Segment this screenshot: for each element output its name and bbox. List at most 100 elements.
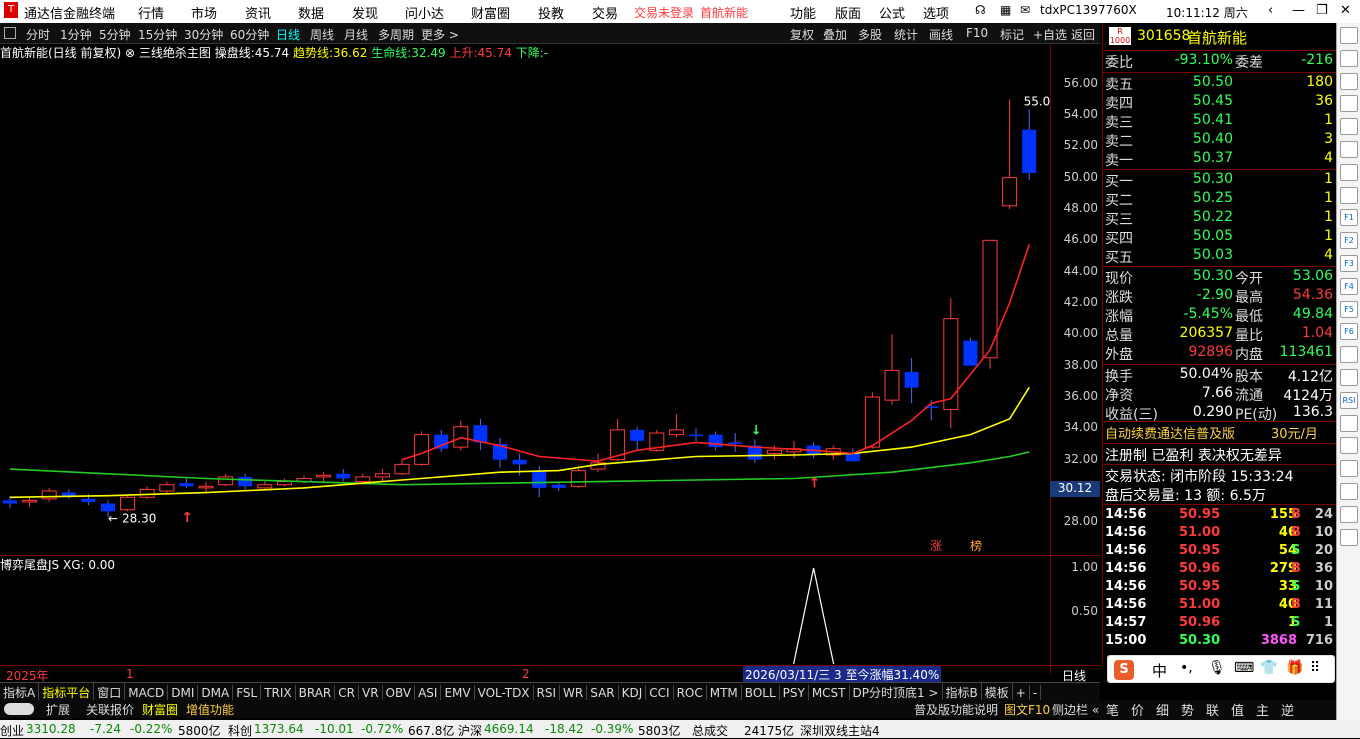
keyboard-icon[interactable]: ⌨ xyxy=(1234,660,1254,676)
indicator-tab[interactable]: BRAR xyxy=(296,685,336,700)
close-icon[interactable]: ✕ xyxy=(1340,3,1351,18)
gift-icon[interactable]: 🎁 xyxy=(1286,660,1303,676)
sub-indicator-label[interactable]: 博弈尾盘JS XG: 0.00 xyxy=(0,558,115,572)
period-30min[interactable]: 30分钟 xyxy=(184,26,223,43)
menu-faxian[interactable]: 发现 xyxy=(352,3,378,22)
sidebar-sb-14-icon[interactable]: F6 xyxy=(1340,323,1358,341)
bid-row[interactable]: 买二 50.25 1 xyxy=(1103,190,1337,209)
expand-label[interactable]: 扩展 xyxy=(46,701,70,718)
sidebar-sb-12-icon[interactable]: F4 xyxy=(1340,277,1358,295)
btn-add-watchlist[interactable]: +自选 xyxy=(1033,26,1067,43)
quote-tab[interactable]: 值 xyxy=(1225,700,1250,719)
btn-back[interactable]: 返回 xyxy=(1071,26,1095,43)
bid-row[interactable]: 买五 50.03 4 xyxy=(1103,247,1337,266)
sidebar-sb-21-icon[interactable] xyxy=(1340,483,1358,500)
quote-tab[interactable]: 逆 xyxy=(1275,700,1300,719)
promo-text[interactable]: 自动续费通达信普及版 xyxy=(1105,423,1235,442)
period-5min[interactable]: 5分钟 xyxy=(99,26,131,43)
menu-wenxiaoda[interactable]: 问小达 xyxy=(405,3,444,22)
ask-row[interactable]: 卖三 50.41 1 xyxy=(1103,112,1337,131)
grid-icon[interactable]: ▦ xyxy=(1000,3,1011,17)
bid-row[interactable]: 买四 50.05 1 xyxy=(1103,228,1337,247)
indicator-tab[interactable]: CCI xyxy=(646,685,674,700)
idx1-name[interactable]: 创业 xyxy=(0,722,24,739)
btn-diejia[interactable]: 叠加 xyxy=(823,26,847,43)
sidebar-sb-7-icon[interactable] xyxy=(1340,163,1358,181)
period-1min[interactable]: 1分钟 xyxy=(60,26,92,43)
indicator-tab[interactable]: FSL xyxy=(233,685,262,700)
quote-tab[interactable]: 联 xyxy=(1200,700,1225,719)
message-icon[interactable]: ✉ xyxy=(1020,3,1030,17)
sidebar-sb-18-icon[interactable] xyxy=(1340,414,1358,432)
chevron-left-icon[interactable]: ‹ xyxy=(1268,3,1273,18)
period-more[interactable]: 更多 > xyxy=(421,26,459,43)
indicator-tab[interactable]: DP分时顶底1 > xyxy=(850,683,943,700)
skin-icon[interactable]: 👕 xyxy=(1260,660,1277,676)
ime-zh-toggle[interactable]: 中 xyxy=(1152,660,1167,681)
sidebar-sb-3-icon[interactable] xyxy=(1340,72,1358,90)
sidebar-sb-2-icon[interactable] xyxy=(1340,49,1358,67)
menu-toujiao[interactable]: 投教 xyxy=(538,3,564,22)
ask-row[interactable]: 卖一 50.37 4 xyxy=(1103,150,1337,169)
idx2-name[interactable]: 科创 xyxy=(228,722,252,739)
indicator-tab[interactable]: DMI xyxy=(168,685,199,700)
indicator-tab[interactable]: - xyxy=(1030,685,1042,700)
bid-row[interactable]: 买三 50.22 1 xyxy=(1103,209,1337,228)
sidebar-sb-11-icon[interactable]: F3 xyxy=(1340,255,1358,272)
trade-login-status[interactable]: 交易未登录 xyxy=(634,4,694,21)
indicator-tab[interactable]: DMA xyxy=(198,685,234,700)
indicator-tab[interactable]: VR xyxy=(359,685,383,700)
period-15min[interactable]: 15分钟 xyxy=(138,26,177,43)
ime-menu-icon[interactable]: ⠿ xyxy=(1310,660,1320,676)
sidebar-sb-9-icon[interactable]: F1 xyxy=(1340,209,1358,227)
indicator-tab[interactable]: SAR xyxy=(587,685,619,700)
f10-link[interactable]: 图文F10 xyxy=(1004,701,1050,718)
ask-row[interactable]: 卖五 50.50 180 xyxy=(1103,74,1337,93)
btn-biaoji[interactable]: 标记 xyxy=(1000,26,1024,43)
indicator-tab[interactable]: 指标A xyxy=(0,683,40,700)
period-daily[interactable]: 日线 xyxy=(276,26,300,43)
candlestick-chart[interactable]: 55.00 28.30 ← ↑ ↑ ↓ 涨 榜 xyxy=(0,60,1050,555)
quote-tab[interactable]: 细 xyxy=(1150,700,1175,719)
promo-price[interactable]: 30元/月 xyxy=(1271,423,1318,442)
btn-duogu[interactable]: 多股 xyxy=(858,26,882,43)
indicator-tab[interactable]: WR xyxy=(560,685,588,700)
sidebar-sb-6-icon[interactable] xyxy=(1340,141,1358,158)
quote-tab[interactable]: 笔 xyxy=(1100,700,1125,719)
quote-tab[interactable]: 价 xyxy=(1125,700,1150,719)
indicator-tab[interactable]: OBV xyxy=(383,685,416,700)
menu-hangqing[interactable]: 行情 xyxy=(138,3,164,22)
menu-jiaoyi[interactable]: 交易 xyxy=(592,3,618,22)
stock-name-link[interactable]: 首航新能 xyxy=(700,4,748,21)
indicator-tab[interactable]: RSI xyxy=(534,685,561,700)
sidebar-sb-13-icon[interactable]: F5 xyxy=(1340,300,1358,318)
minimize-icon[interactable]: — xyxy=(1292,3,1305,18)
menu-banmian[interactable]: 版面 xyxy=(835,3,861,22)
sidebar-sb-4-icon[interactable] xyxy=(1340,95,1358,113)
menu-caifuquan[interactable]: 财富圈 xyxy=(471,3,510,22)
sidebar-sb-17-icon[interactable]: RSI xyxy=(1340,391,1358,409)
btn-tongji[interactable]: 统计 xyxy=(894,26,918,43)
indicator-tab[interactable]: VOL-TDX xyxy=(475,685,534,700)
indicator-tab[interactable]: 模板 xyxy=(982,683,1013,700)
menu-shuju[interactable]: 数据 xyxy=(298,3,324,22)
period-monthly[interactable]: 月线 xyxy=(344,26,368,43)
indicator-tab[interactable]: CR xyxy=(335,685,359,700)
btn-f10[interactable]: F10 xyxy=(966,26,988,40)
indicator-tab[interactable]: TRIX xyxy=(261,685,296,700)
indicator-tab[interactable]: KDJ xyxy=(619,685,647,700)
sidebar-sb-8-icon[interactable] xyxy=(1340,186,1358,204)
quote-tab[interactable]: 势 xyxy=(1175,700,1200,719)
sidebar-toggle[interactable]: 侧边栏 « xyxy=(1052,701,1099,718)
indicator-tab[interactable]: MTM xyxy=(707,685,742,700)
server-name[interactable]: 深圳双线主站4 xyxy=(800,722,880,739)
indicator-tab[interactable]: MACD xyxy=(125,685,169,700)
headset-icon[interactable]: ☊ xyxy=(975,3,986,17)
collapse-icon[interactable]: ⊗ xyxy=(125,46,135,60)
ime-logo-icon[interactable]: S xyxy=(1114,660,1134,680)
sidebar-sb-19-icon[interactable] xyxy=(1340,437,1358,455)
period-weekly[interactable]: 周线 xyxy=(310,26,334,43)
sidebar-sb-15-icon[interactable] xyxy=(1340,346,1358,364)
bid-row[interactable]: 买一 50.30 1 xyxy=(1103,171,1337,190)
indicator-tab[interactable]: ROC xyxy=(674,685,707,700)
